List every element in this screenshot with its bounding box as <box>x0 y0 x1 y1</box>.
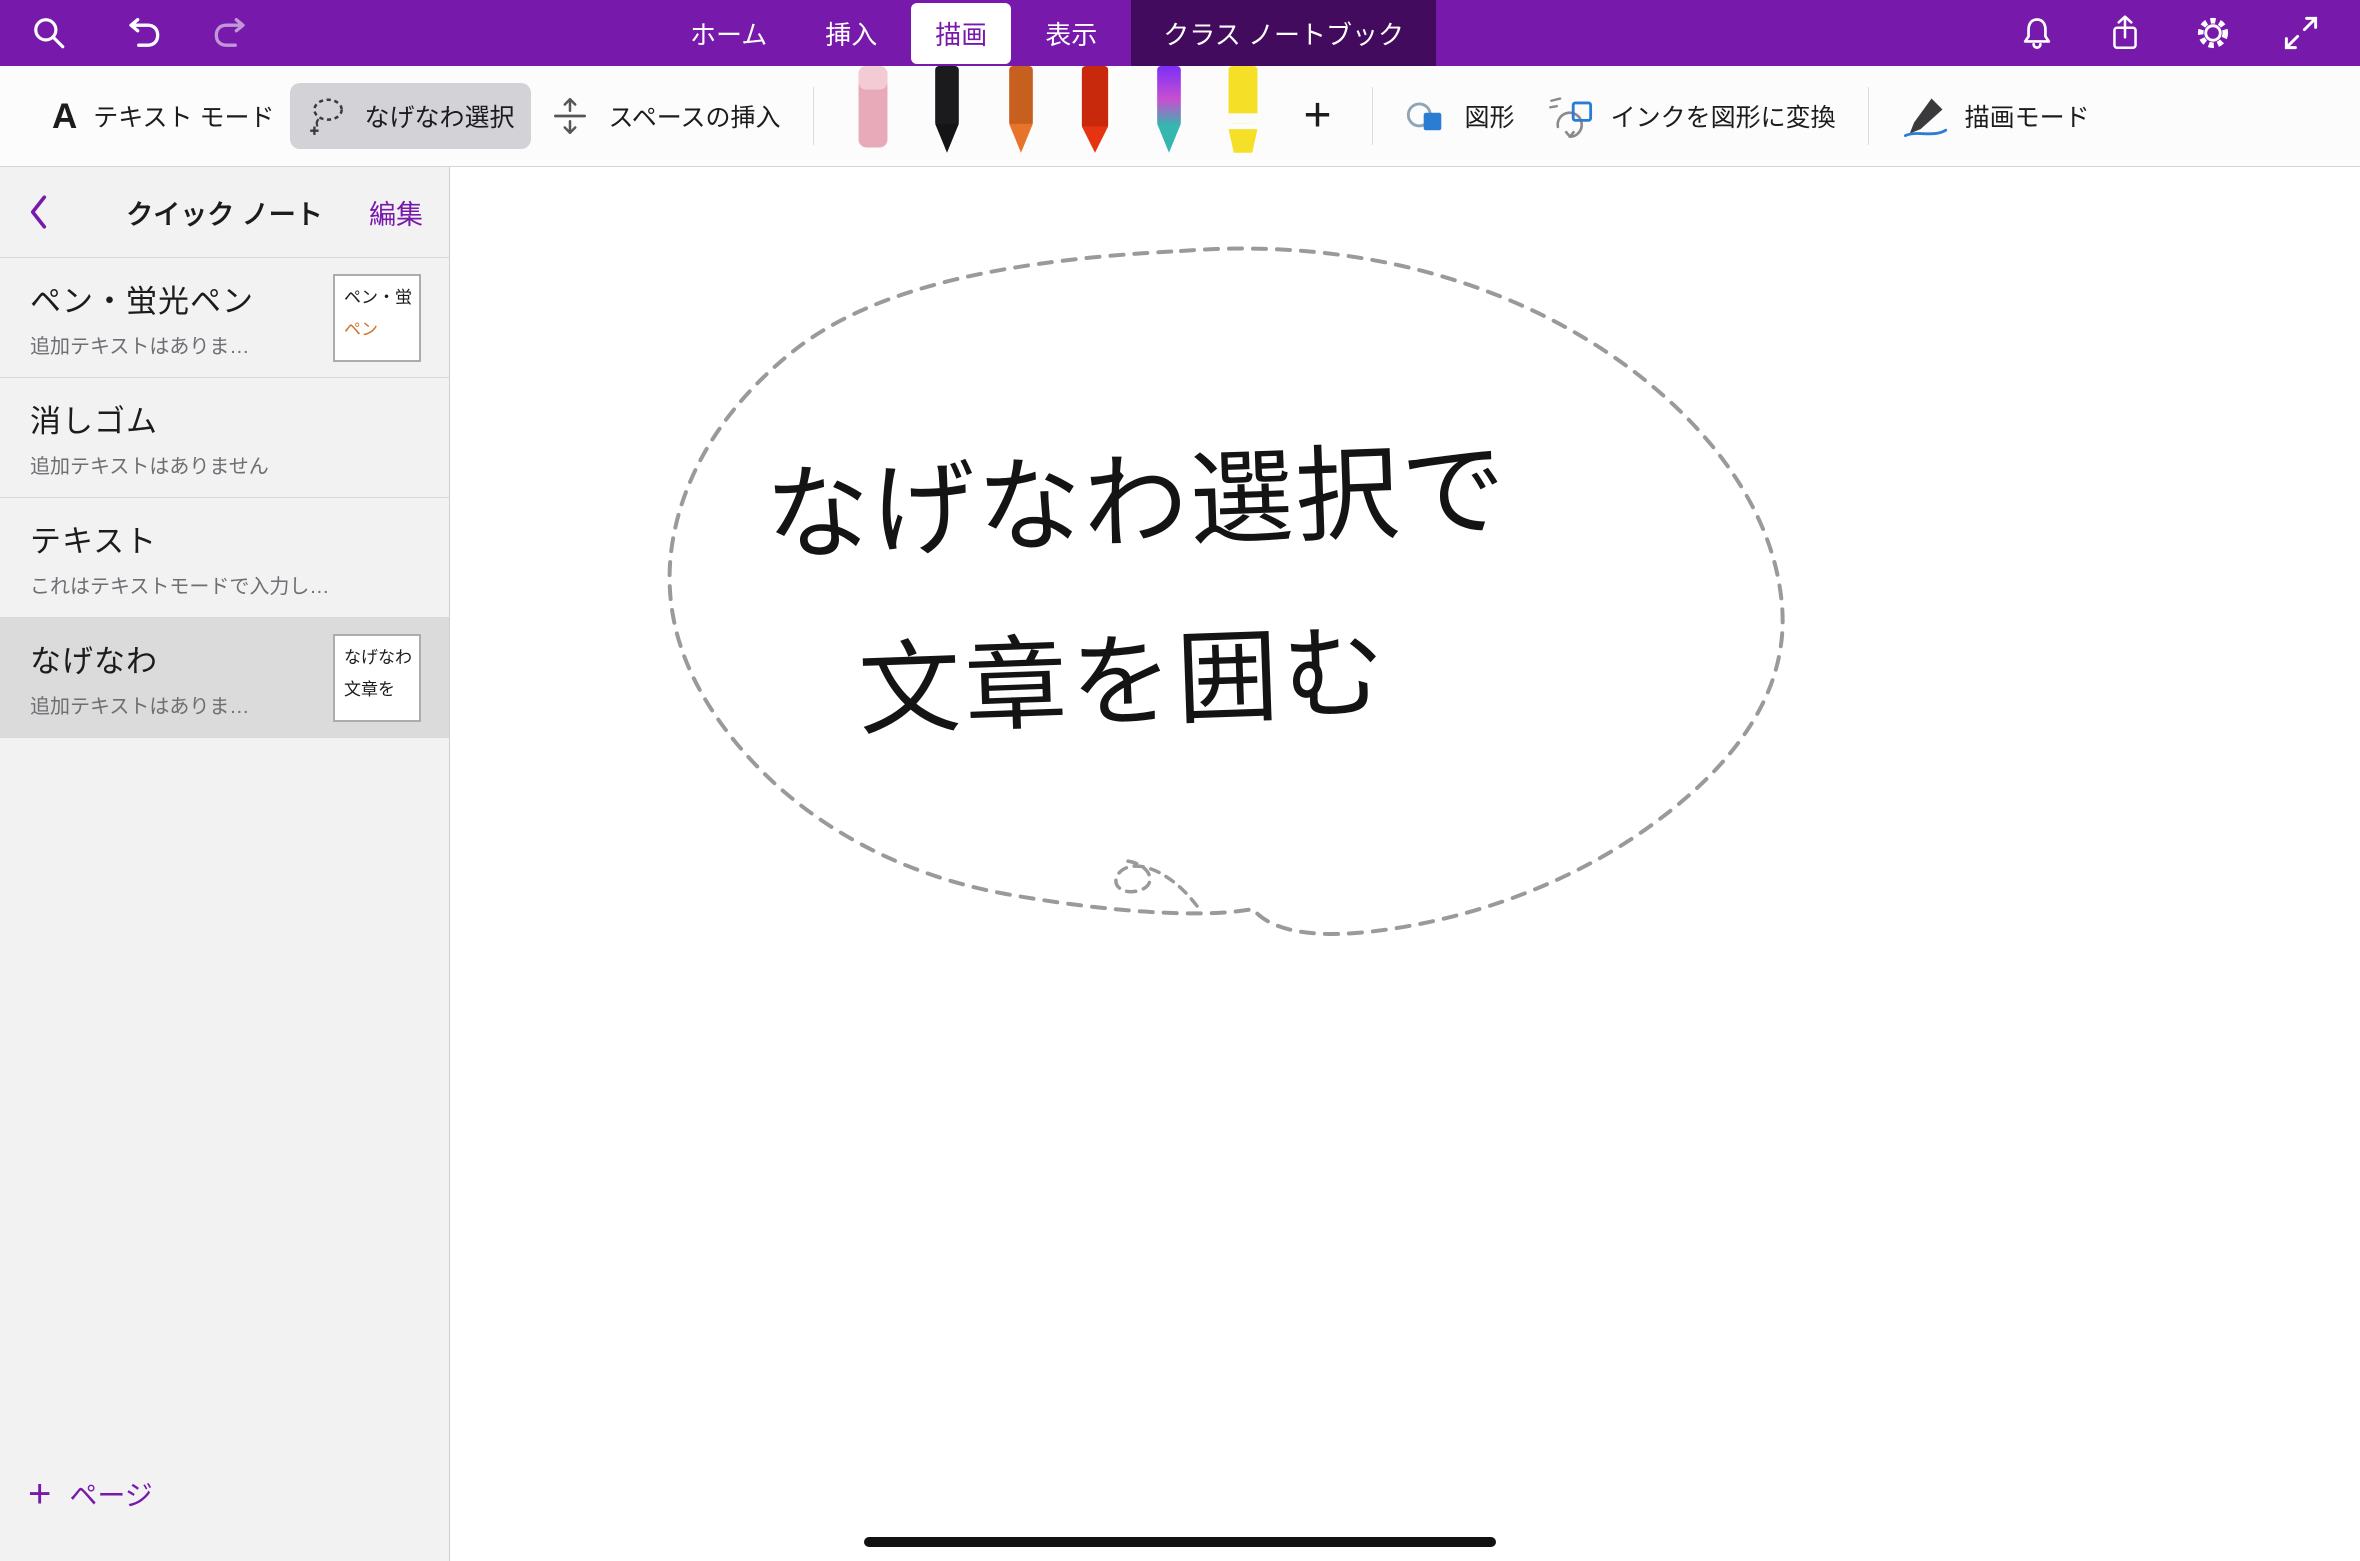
search-icon[interactable] <box>26 10 72 56</box>
tab-home[interactable]: ホーム <box>666 3 791 64</box>
page-list-sidebar: クイック ノート 編集 ペン・蛍光ペン 追加テキストはありま… ペン・蛍 ペン … <box>0 167 450 1561</box>
note-canvas[interactable]: なげなわ選択で 文章を囲む <box>450 167 2360 1561</box>
ink-text-line1[interactable]: なげなわ選択で <box>764 433 1510 575</box>
tab-draw[interactable]: 描画 <box>911 3 1011 64</box>
draw-mode-button[interactable]: 描画モード <box>1885 82 2106 150</box>
pen-galaxy-tool[interactable] <box>1142 66 1196 158</box>
add-page-label: ページ <box>69 1474 152 1514</box>
note-thumbnail: なげなわ 文章を <box>333 634 421 722</box>
toolbar-divider <box>1868 87 1869 145</box>
insert-space-button[interactable]: スペースの挿入 <box>531 82 797 150</box>
lasso-select-label: なげなわ選択 <box>364 98 514 134</box>
settings-gear-icon[interactable] <box>2190 10 2236 56</box>
thumbnail-ink-line: なげなわ <box>344 643 410 668</box>
insert-space-label: スペースの挿入 <box>609 98 781 134</box>
note-subtitle: 追加テキストはありません <box>30 450 330 479</box>
lasso-icon <box>306 95 348 137</box>
lasso-select-button[interactable]: なげなわ選択 <box>290 83 530 149</box>
topbar-left-icons <box>26 10 456 56</box>
pen-black-tool[interactable] <box>920 66 974 158</box>
note-item[interactable]: テキスト これはテキストモードで入力し… <box>0 498 449 618</box>
ink-to-shape-label: インクを図形に変換 <box>1611 98 1836 134</box>
thumbnail-ink-line: ペン <box>344 315 410 340</box>
draw-mode-pen-icon <box>1901 94 1949 138</box>
ink-text-line2[interactable]: 文章を囲む <box>857 616 1391 748</box>
onenote-app: ホーム 挿入 描画 表示 クラス ノートブック A テキスト モード <box>0 0 2360 1561</box>
topbar-right-icons <box>2014 10 2334 56</box>
top-bar: ホーム 挿入 描画 表示 クラス ノートブック <box>0 0 2360 66</box>
note-item[interactable]: 消しゴム 追加テキストはありません <box>0 378 449 498</box>
shapes-button[interactable]: 図形 <box>1389 85 1531 147</box>
note-subtitle: 追加テキストはありま… <box>30 690 330 719</box>
add-page-button[interactable]: + ページ <box>28 1474 153 1514</box>
plus-icon: + <box>28 1476 51 1512</box>
bell-icon[interactable] <box>2014 10 2060 56</box>
shapes-label: 図形 <box>1465 98 1515 134</box>
toolbar-divider <box>813 87 814 145</box>
ink-to-shape-icon <box>1547 94 1595 138</box>
draw-toolbar: A テキスト モード なげなわ選択 スペースの挿入 <box>0 66 2360 167</box>
tab-class-notebook[interactable]: クラス ノートブック <box>1131 0 1436 66</box>
note-subtitle: これはテキストモードで入力し… <box>30 570 330 599</box>
shapes-icon <box>1405 97 1449 135</box>
share-icon[interactable] <box>2102 10 2148 56</box>
insert-space-icon <box>547 94 593 138</box>
ink-to-shape-button[interactable]: インクを図形に変換 <box>1531 82 1852 150</box>
eraser-tool[interactable] <box>846 66 900 158</box>
add-pen-button[interactable]: + <box>1290 92 1346 140</box>
note-list: ペン・蛍光ペン 追加テキストはありま… ペン・蛍 ペン 消しゴム 追加テキストは… <box>0 257 449 738</box>
marker-red-tool[interactable] <box>1068 66 1122 158</box>
note-thumbnail: ペン・蛍 ペン <box>333 274 421 362</box>
lasso-tail-squiggle <box>1116 861 1197 906</box>
pen-tray: + <box>836 66 1356 166</box>
edit-button[interactable]: 編集 <box>369 193 423 232</box>
text-mode-label: テキスト モード <box>93 98 274 134</box>
ribbon-tabs: ホーム 挿入 描画 表示 クラス ノートブック <box>666 0 1436 66</box>
sidebar-header: クイック ノート 編集 <box>0 167 449 257</box>
back-chevron-icon[interactable] <box>26 193 52 231</box>
handwritten-ink[interactable]: なげなわ選択で 文章を囲む <box>764 433 1516 752</box>
home-indicator-bar[interactable] <box>864 1537 1496 1547</box>
tab-view[interactable]: 表示 <box>1021 3 1121 64</box>
note-item[interactable]: ペン・蛍光ペン 追加テキストはありま… ペン・蛍 ペン <box>0 258 449 378</box>
note-title: テキスト <box>30 516 419 561</box>
lasso-selection-outline[interactable] <box>670 249 1783 934</box>
expand-fullscreen-icon[interactable] <box>2278 10 2324 56</box>
toolbar-divider <box>1372 87 1373 145</box>
note-item-selected[interactable]: なげなわ 追加テキストはありま… なげなわ 文章を <box>0 618 449 738</box>
text-mode-button[interactable]: A テキスト モード <box>36 86 290 146</box>
pen-orange-tool[interactable] <box>994 66 1048 158</box>
redo-icon[interactable] <box>210 10 256 56</box>
note-subtitle: 追加テキストはありま… <box>30 330 330 359</box>
tab-insert[interactable]: 挿入 <box>801 3 901 64</box>
thumbnail-ink-line: 文章を <box>344 675 410 700</box>
draw-mode-label: 描画モード <box>1965 98 2090 134</box>
text-mode-a-icon: A <box>52 99 77 134</box>
ink-layer: なげなわ選択で 文章を囲む <box>450 167 2360 1561</box>
undo-icon[interactable] <box>118 10 164 56</box>
body-row: クイック ノート 編集 ペン・蛍光ペン 追加テキストはありま… ペン・蛍 ペン … <box>0 167 2360 1561</box>
highlighter-yellow-tool[interactable] <box>1216 66 1270 158</box>
thumbnail-ink-line: ペン・蛍 <box>344 283 410 308</box>
note-title: 消しゴム <box>30 396 419 441</box>
